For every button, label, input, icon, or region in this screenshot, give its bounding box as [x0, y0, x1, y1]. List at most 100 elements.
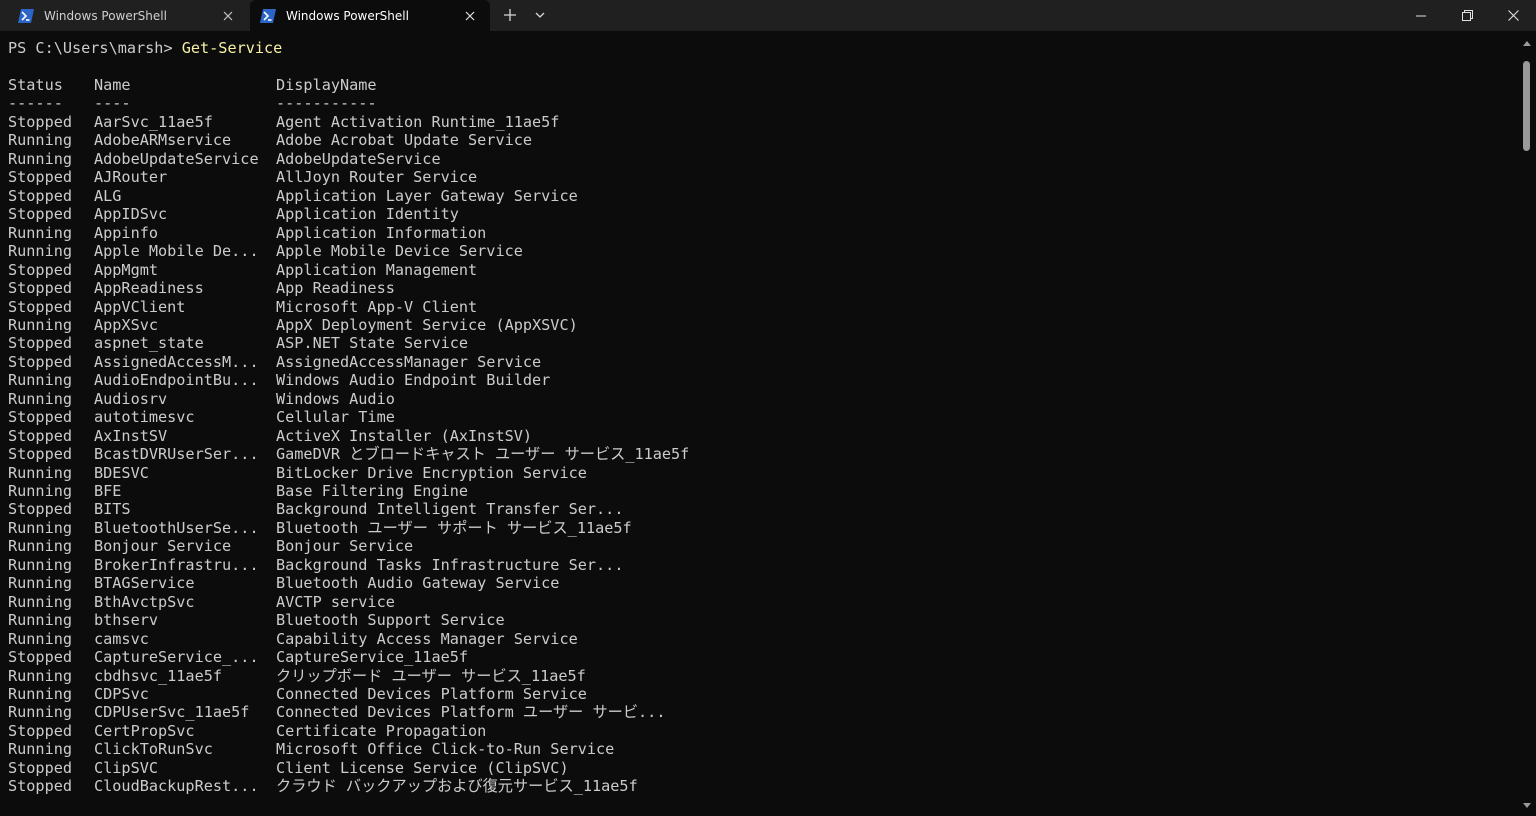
service-display-name: Client License Service (ClipSVC): [276, 758, 569, 777]
service-display-name: AdobeUpdateService: [276, 149, 441, 168]
tab-powershell-1[interactable]: Windows PowerShell: [8, 0, 248, 31]
prompt: PS C:\Users\marsh>: [8, 39, 182, 57]
powershell-icon: [18, 8, 34, 24]
service-name: AdobeARMservice: [94, 131, 232, 150]
service-name: CertPropSvc: [94, 721, 195, 740]
terminal-output[interactable]: PS C:\Users\marsh> Get-Service Status Na…: [0, 31, 1518, 816]
underline-display-name: -----------: [276, 94, 377, 112]
service-display-name: Application Management: [276, 260, 478, 279]
close-icon: [1507, 10, 1519, 21]
service-status: Stopped: [8, 445, 73, 464]
service-status: Running: [8, 666, 73, 685]
service-name: CDPUserSvc_11ae5f: [94, 703, 250, 722]
service-status: Running: [8, 592, 73, 611]
service-status: Stopped: [8, 260, 73, 279]
service-display-name: Windows Audio Endpoint Builder: [276, 371, 551, 390]
service-display-name: Bluetooth ユーザー サポート サービス_11ae5f: [276, 518, 632, 537]
service-name: AxInstSV: [94, 426, 168, 445]
service-name: Apple Mobile De...: [94, 242, 259, 261]
title-bar: Windows PowerShell Windows PowerShell: [0, 0, 1536, 31]
service-name: autotimesvc: [94, 408, 195, 427]
service-display-name: AssignedAccessManager Service: [276, 352, 542, 371]
service-display-name: AllJoyn Router Service: [276, 168, 478, 187]
service-name: camsvc: [94, 629, 149, 648]
service-status: Running: [8, 611, 73, 630]
service-status: Running: [8, 223, 73, 242]
tab-powershell-2[interactable]: Windows PowerShell: [250, 0, 490, 31]
new-tab-button[interactable]: [496, 2, 524, 28]
restore-button[interactable]: [1444, 0, 1490, 31]
service-display-name: Bonjour Service: [276, 537, 414, 556]
service-status: Stopped: [8, 279, 73, 298]
service-status: Stopped: [8, 113, 73, 131]
service-name: AudioEndpointBu...: [94, 371, 259, 390]
tab-title: Windows PowerShell: [286, 8, 409, 23]
service-display-name: App Readiness: [276, 279, 395, 298]
service-status: Running: [8, 555, 73, 574]
prompt-line: PS C:\Users\marsh> Get-Service: [8, 39, 282, 57]
header-name: Name: [94, 76, 131, 94]
service-status: Running: [8, 149, 73, 168]
service-name: Audiosrv: [94, 389, 168, 408]
plus-icon: [504, 9, 516, 21]
close-tab-icon[interactable]: [456, 2, 484, 30]
service-display-name: Adobe Acrobat Update Service: [276, 131, 533, 150]
service-display-name: Agent Activation Runtime_11ae5f: [276, 113, 560, 131]
service-status: Stopped: [8, 777, 73, 796]
scroll-down-icon[interactable]: [1518, 797, 1536, 813]
service-status: Running: [8, 684, 73, 703]
close-window-button[interactable]: [1490, 0, 1536, 31]
tab-title: Windows PowerShell: [44, 8, 167, 23]
service-status: Stopped: [8, 500, 73, 519]
service-name: aspnet_state: [94, 334, 204, 353]
scroll-thumb[interactable]: [1523, 61, 1530, 151]
command: Get-Service: [181, 39, 283, 57]
service-display-name: Bluetooth Audio Gateway Service: [276, 574, 560, 593]
powershell-icon: [260, 8, 276, 24]
service-name: cbdhsvc_11ae5f: [94, 666, 223, 685]
tab-dropdown-button[interactable]: [526, 2, 554, 28]
service-name: AdobeUpdateService: [94, 149, 259, 168]
service-name: ClickToRunSvc: [94, 740, 213, 759]
minimize-button[interactable]: [1398, 0, 1444, 31]
service-display-name: Windows Audio: [276, 389, 395, 408]
service-name: Appinfo: [94, 223, 159, 242]
service-status: Stopped: [8, 168, 73, 187]
service-status: Running: [8, 537, 73, 556]
service-display-name: Microsoft App-V Client: [276, 297, 478, 316]
service-status: Stopped: [8, 648, 73, 667]
table-header: Status Name DisplayName: [8, 76, 377, 94]
service-display-name: CaptureService_11ae5f: [276, 648, 469, 667]
service-status: Stopped: [8, 186, 73, 205]
service-display-name: Apple Mobile Device Service: [276, 242, 523, 261]
close-tab-icon[interactable]: [214, 2, 242, 30]
minimize-icon: [1416, 15, 1426, 16]
service-display-name: BitLocker Drive Encryption Service: [276, 463, 587, 482]
service-name: BrokerInfrastru...: [94, 555, 259, 574]
underline-name: ----: [94, 94, 131, 112]
service-name: AssignedAccessM...: [94, 352, 259, 371]
scrollbar[interactable]: [1518, 31, 1536, 816]
service-status: Running: [8, 574, 73, 593]
service-display-name: Connected Devices Platform ユーザー サービ...: [276, 703, 666, 722]
service-display-name: Application Identity: [276, 205, 459, 224]
service-display-name: Application Layer Gateway Service: [276, 186, 578, 205]
service-name: AppReadiness: [94, 279, 204, 298]
scroll-up-icon[interactable]: [1518, 35, 1536, 51]
service-display-name: クラウド バックアップおよび復元サービス_11ae5f: [276, 777, 638, 796]
service-display-name: ActiveX Installer (AxInstSV): [276, 426, 533, 445]
service-display-name: ASP.NET State Service: [276, 334, 469, 353]
service-status: Stopped: [8, 426, 73, 445]
service-name: BluetoothUserSe...: [94, 518, 259, 537]
service-status: Stopped: [8, 352, 73, 371]
restore-icon: [1461, 10, 1473, 21]
service-name: AarSvc_11ae5f: [94, 113, 213, 131]
table-header-underline: ------ ---- -----------: [8, 94, 377, 112]
header-status: Status: [8, 76, 63, 94]
service-display-name: Application Information: [276, 223, 487, 242]
service-status: Stopped: [8, 205, 73, 224]
service-name: ALG: [94, 186, 122, 205]
service-display-name: Background Tasks Infrastructure Ser...: [276, 555, 624, 574]
service-status: Running: [8, 463, 73, 482]
service-display-name: Microsoft Office Click-to-Run Service: [276, 740, 615, 759]
